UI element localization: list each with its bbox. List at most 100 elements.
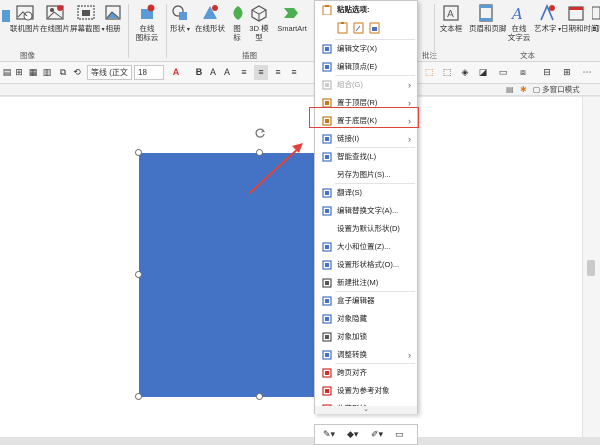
context-menu: 粘贴选项: 编辑文字(X) 编辑顶点(E) 组合(G) › 置于顶层(R) › 置于底层(K… [314, 0, 418, 414]
bold-icon[interactable]: B [194, 65, 204, 80]
highlight-box [309, 107, 419, 128]
size-position-icon [322, 242, 332, 252]
menu-item-alt-text[interactable]: 编辑替换文字(A)... [315, 202, 417, 220]
menu-item-translate[interactable]: 翻译(S) [315, 184, 417, 202]
resize-handle-top-left[interactable] [135, 149, 142, 156]
align-right-text-icon[interactable]: ≡ [272, 65, 284, 80]
album-icon [105, 5, 121, 20]
shape-fill-icon[interactable]: ◪ [476, 65, 490, 80]
menu-separator [335, 363, 415, 364]
menu-item-new-comment[interactable]: 新建批注(M) [315, 274, 417, 292]
screenshot-icon [77, 5, 95, 20]
menu-item-smart-lookup[interactable]: 智能查找(L) [315, 148, 417, 166]
resize-handle-bottom-center[interactable] [256, 393, 263, 400]
menu-item-size-position[interactable]: 大小和位置(Z)... [315, 238, 417, 256]
shape-fill-icon[interactable]: ◆▾ [347, 429, 358, 440]
settings-icon[interactable]: ✱ [520, 85, 530, 95]
textbox-button[interactable]: A 文本框 [437, 4, 465, 33]
overflow-icon[interactable]: ⋯ [580, 65, 594, 80]
online-shapes-button[interactable]: 在线形状 [193, 4, 227, 33]
3d-model-button[interactable]: 3D 模型 [247, 4, 271, 42]
menu-item-format-shape[interactable]: 设置形状格式(O)... [315, 256, 417, 274]
wordart-icon [540, 4, 555, 21]
align-center-text-icon[interactable]: ≡ [254, 65, 268, 80]
menu-separator [335, 75, 415, 76]
header-footer-button[interactable]: 页眉和页脚 [469, 4, 507, 33]
format-icon[interactable]: A [208, 65, 218, 80]
menu-item-cross-page-align[interactable]: 跨页对齐 [315, 364, 417, 382]
multi-window-mode-button[interactable]: ▢ 多窗口模式 [533, 84, 600, 96]
scrollbar-thumb[interactable] [587, 260, 595, 276]
more-tools-icon[interactable]: ⊞ [560, 65, 574, 80]
menu-item-label: 组合(G) [337, 80, 363, 89]
shape-style-icon[interactable]: ✎▾ [323, 429, 335, 440]
menu-item-edit-text[interactable]: 编辑文字(X) [315, 40, 417, 58]
menu-item-adjust-convert[interactable]: 调整转换 › [315, 346, 417, 364]
paragraph-icon[interactable]: ⧉ [58, 65, 68, 80]
font-size-select[interactable]: 18 [134, 65, 164, 80]
resize-handle-bottom-left[interactable] [135, 393, 142, 400]
ruler-icon[interactable]: ▤ [506, 85, 516, 95]
menu-item-label: 设置为参考对象 [337, 386, 390, 395]
menu-item-label: 设置形状格式(O)... [337, 260, 400, 269]
increase-font-icon[interactable]: A [222, 65, 232, 80]
menu-item-label: 智能查找(L) [337, 152, 377, 161]
menu-item-label: 另存为图片(S)... [337, 170, 391, 179]
box-editor-icon [322, 296, 332, 306]
menu-item-link[interactable]: 链接(I) › [315, 130, 417, 148]
menu-item-group[interactable]: 组合(G) › [315, 76, 417, 94]
album-button[interactable]: 相册 [103, 4, 123, 33]
shape-tool-icon[interactable]: ⬚ [422, 65, 436, 80]
menu-scroll-down-icon[interactable]: ⌄ [315, 406, 417, 414]
date-time-button[interactable]: 日期和时间 [561, 4, 599, 33]
paste-text-only-icon[interactable] [369, 22, 381, 34]
icons-button[interactable]: 图标 [230, 4, 244, 42]
menu-item-lock-object[interactable]: 对象加锁 [315, 328, 417, 346]
shape-effects-icon[interactable]: ⧈ [516, 65, 530, 80]
menu-item-box-editor[interactable]: 盒子编辑器 [315, 292, 417, 310]
online-picture-button[interactable]: 联机图片 [10, 4, 40, 33]
menu-item-edit-points[interactable]: 编辑顶点(E) [315, 58, 417, 76]
icon-cloud-button[interactable]: 在线 图标云 [132, 4, 162, 42]
font-name-select[interactable]: 等线 (正文 [87, 65, 132, 80]
toolbar-cutoff-icon[interactable]: ▤ [2, 65, 12, 80]
menu-item-item-7[interactable]: 另存为图片(S)... [315, 166, 417, 184]
menu-item-item-10[interactable]: 设置为默认形状(D) [315, 220, 417, 238]
smartart-button[interactable]: SmartArt [273, 4, 311, 33]
icons-icon [233, 6, 243, 20]
paste-keep-source-icon[interactable] [337, 22, 349, 34]
wordart-button[interactable]: A 在线 文字云 [505, 4, 533, 42]
resize-handle-middle-left[interactable] [135, 271, 142, 278]
bullets-icon[interactable]: ▦ [28, 65, 38, 80]
align-left-text-icon[interactable]: ≡ [238, 65, 250, 80]
menu-item-hide-object[interactable]: 对象隐藏 [315, 310, 417, 328]
menu-item-reference-object[interactable]: 设置为参考对象 [315, 382, 417, 400]
shapes-button[interactable]: 形状 ▾ [168, 4, 192, 35]
paste-picture-icon[interactable] [353, 22, 365, 34]
align-left-icon[interactable]: ⊞ [14, 65, 24, 80]
screenshot-button[interactable]: 屏幕截图 ▾ [70, 4, 105, 35]
format-shape-icon [322, 260, 332, 270]
menu-item-label: 翻译(S) [337, 188, 362, 197]
wordart-dropdown-button[interactable]: 艺术字 ▾ [534, 4, 561, 35]
shape-outline-icon[interactable]: ▭ [496, 65, 510, 80]
paste-icon [322, 5, 332, 15]
new-comment-icon[interactable]: ▭ [395, 429, 404, 440]
chevron-right-icon: › [408, 80, 411, 90]
reference-object-icon [322, 386, 332, 396]
slide-number-button[interactable]: 幻 [592, 4, 600, 33]
group-objects-icon[interactable]: ⊟ [540, 65, 554, 80]
text-direction-icon[interactable]: ⟲ [72, 65, 82, 80]
shape-outline-icon[interactable]: ✐▾ [371, 429, 383, 440]
shapes-icon [172, 5, 187, 20]
vertical-scrollbar[interactable] [582, 97, 600, 437]
arrange-icon[interactable]: ⬚ [440, 65, 454, 80]
numbering-icon[interactable]: ▥ [42, 65, 52, 80]
picture-button[interactable]: 在线图片 [40, 4, 70, 33]
ribbon-separator [166, 4, 167, 58]
quick-style-icon[interactable]: ◈ [458, 65, 472, 80]
paste-option-row [337, 20, 397, 36]
font-color-icon[interactable]: A [170, 65, 182, 80]
justify-text-icon[interactable]: ≡ [288, 65, 300, 80]
date-time-icon [568, 6, 584, 21]
